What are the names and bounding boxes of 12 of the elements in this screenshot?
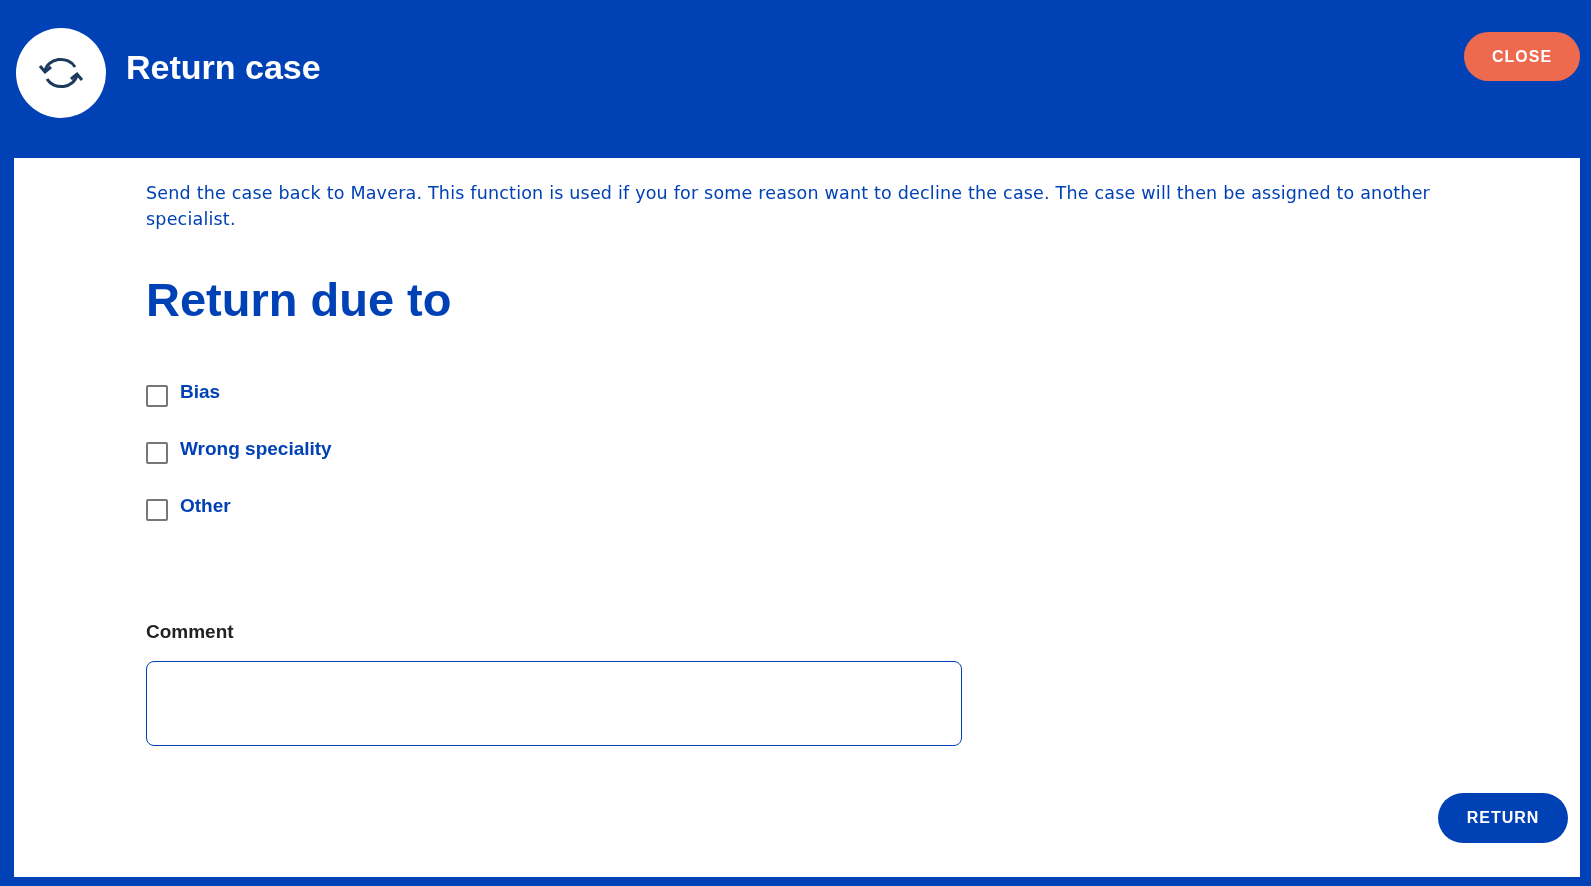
dialog-title: Return case [126,48,321,87]
section-heading: Return due to [146,272,453,327]
return-button[interactable]: RETURN [1438,793,1568,843]
comment-label: Comment [146,621,235,643]
comment-field[interactable] [146,661,962,746]
checkbox-label: Bias [180,381,221,403]
checkbox[interactable] [146,442,168,464]
checkbox-label: Other [180,495,231,517]
checkbox-label: Wrong speciality [180,438,332,460]
description-text: Send the case back to Mavera. This function is used if you for some reason want to decline the case. The case will then be assigned to another specialist. [146,182,1432,231]
checkbox[interactable] [146,499,168,521]
checkbox[interactable] [146,385,168,407]
